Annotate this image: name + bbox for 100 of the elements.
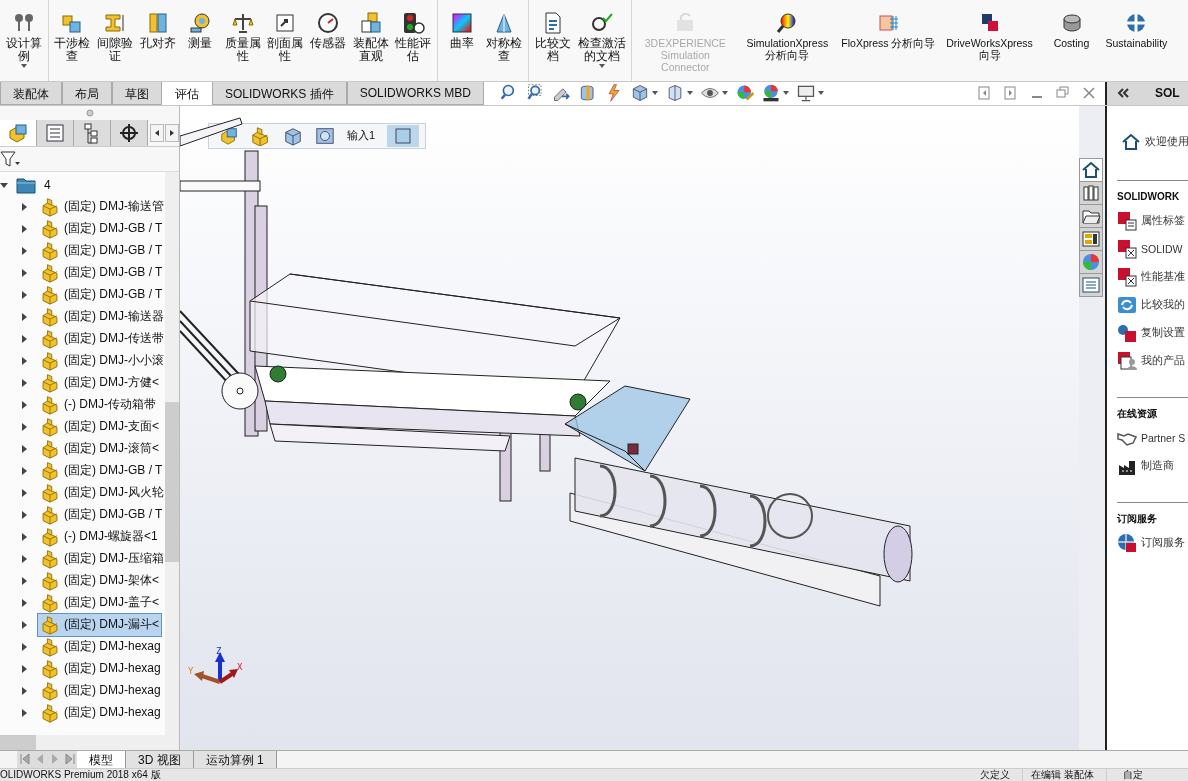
- expand-arrow-icon[interactable]: [20, 378, 28, 387]
- caret-icon[interactable]: [597, 63, 606, 69]
- task-pane-tab[interactable]: [1079, 203, 1103, 228]
- tree-node[interactable]: (固定) DMJ-GB / T: [37, 238, 165, 263]
- pane-link[interactable]: 我的产品: [1141, 353, 1185, 368]
- expand-arrow-icon[interactable]: [20, 708, 28, 717]
- ribbon-button[interactable]: Sustainability: [1104, 8, 1169, 52]
- ribbon-tab[interactable]: SOLIDWORKS 插件: [212, 81, 347, 105]
- tree-node[interactable]: (固定) DMJ-小小滚: [37, 348, 165, 373]
- monitor-icon[interactable]: [796, 83, 817, 104]
- task-pane-tab[interactable]: [1079, 180, 1103, 205]
- ribbon-button[interactable]: 传感器: [307, 8, 349, 53]
- tree-node[interactable]: (固定) DMJ-输送器: [37, 304, 165, 329]
- tree-node[interactable]: (固定) DMJ-架体<: [37, 568, 162, 593]
- ribbon-button[interactable]: 设计算例: [3, 8, 45, 72]
- tree-node[interactable]: (固定) DMJ-GB / T: [37, 458, 165, 483]
- tree-node[interactable]: (固定) DMJ-hexag: [37, 656, 164, 681]
- pane-right-icon[interactable]: [1003, 85, 1019, 102]
- bottom-tab[interactable]: 模型: [77, 751, 126, 769]
- tree-node[interactable]: (-) DMJ-螺旋器<1: [37, 524, 161, 549]
- expand-arrow-icon[interactable]: [20, 356, 28, 365]
- task-pane-tab[interactable]: [1079, 157, 1103, 182]
- caret-icon[interactable]: [817, 90, 826, 97]
- tree-node[interactable]: (固定) DMJ-滚筒<: [37, 436, 162, 461]
- ribbon-button[interactable]: 剖面属性: [264, 8, 307, 66]
- expand-arrow-icon[interactable]: [20, 246, 28, 255]
- ribbon-tab[interactable]: 草图: [112, 81, 162, 105]
- tree-node[interactable]: (固定) DMJ-风火轮: [37, 480, 165, 505]
- caret-icon[interactable]: [19, 63, 28, 69]
- tree-node[interactable]: (固定) DMJ-盖子<: [37, 590, 162, 615]
- expand-arrow-icon[interactable]: [20, 532, 28, 541]
- tree-node[interactable]: (固定) DMJ-hexag: [37, 700, 164, 725]
- tree-node[interactable]: (固定) DMJ-漏斗<: [37, 612, 162, 637]
- pane-link[interactable]: Partner S: [1141, 431, 1186, 444]
- ribbon-tab[interactable]: SOLIDWORKS MBD: [346, 81, 485, 105]
- caret-icon[interactable]: [782, 90, 791, 97]
- caret-icon[interactable]: [721, 90, 730, 97]
- horizontal-scrollbar[interactable]: [0, 735, 179, 751]
- caret-icon[interactable]: [686, 90, 695, 97]
- ribbon-button[interactable]: 质量属性: [221, 8, 264, 66]
- expand-arrow-icon[interactable]: [20, 466, 28, 475]
- expand-arrow-icon[interactable]: [20, 400, 28, 409]
- expand-arrow-icon[interactable]: [20, 334, 28, 343]
- tree-node[interactable]: (固定) DMJ-输送管: [37, 194, 165, 219]
- ribbon-button[interactable]: FloXpress 分析向导: [840, 8, 937, 52]
- graphics-area[interactable]: 输入1 Z Y X: [180, 105, 1079, 751]
- expand-arrow-icon[interactable]: [20, 444, 28, 453]
- caret-icon[interactable]: [651, 90, 660, 97]
- tree-node[interactable]: (固定) DMJ-压缩箱: [37, 546, 165, 571]
- expand-arrow-icon[interactable]: [20, 554, 28, 563]
- tree-node[interactable]: (固定) DMJ-GB / T: [37, 260, 165, 285]
- tree-node[interactable]: (固定) DMJ-GB / T: [37, 502, 165, 527]
- expand-arrow-icon[interactable]: [20, 598, 28, 607]
- tree-node[interactable]: (固定) DMJ-hexag: [37, 634, 164, 659]
- ribbon-button[interactable]: 干涉检查: [51, 8, 94, 66]
- pane-link[interactable]: 欢迎使用: [1145, 134, 1188, 149]
- scroll-left-icon[interactable]: [150, 123, 164, 142]
- bottom-tab[interactable]: 运动算例 1: [193, 751, 277, 769]
- ribbon-button[interactable]: 间隙验证: [94, 8, 136, 66]
- expand-arrow-icon[interactable]: [20, 488, 28, 497]
- pane-link[interactable]: 制造商: [1141, 458, 1174, 473]
- tree-node[interactable]: (固定) DMJ-GB / T: [37, 216, 165, 241]
- ribbon-button[interactable]: 装配体直观: [349, 8, 392, 66]
- ribbon-button[interactable]: Costing: [1042, 8, 1101, 52]
- expand-arrow-icon[interactable]: [20, 510, 28, 519]
- expand-arrow-icon[interactable]: [20, 422, 28, 431]
- vertical-scrollbar[interactable]: [165, 171, 179, 736]
- tree-node[interactable]: (固定) DMJ-传送带: [37, 326, 165, 351]
- filter-icon[interactable]: [0, 149, 20, 168]
- expand-arrow-icon[interactable]: [20, 642, 28, 651]
- ribbon-button[interactable]: 检查激活的文档: [574, 8, 629, 72]
- ribbon-button[interactable]: 曲率: [440, 8, 483, 53]
- ribbon-button[interactable]: 对称检查: [483, 8, 526, 66]
- ribbon-button[interactable]: 性能评估: [392, 8, 434, 66]
- pane-link[interactable]: SOLIDW: [1141, 242, 1183, 255]
- cylinder-face-icon[interactable]: [315, 125, 335, 146]
- expand-arrow-icon[interactable]: [20, 202, 28, 211]
- ribbon-button[interactable]: 孔对齐: [136, 8, 179, 53]
- ribbon-button[interactable]: 比较文档: [532, 8, 574, 66]
- expand-arrow-icon[interactable]: [20, 576, 28, 585]
- expand-arrow-icon[interactable]: [20, 664, 28, 673]
- expand-arrow-icon[interactable]: [20, 224, 28, 233]
- double-chevron-icon[interactable]: [1117, 88, 1129, 99]
- expand-arrow-icon[interactable]: [20, 290, 28, 299]
- pane-link[interactable]: 比较我的: [1141, 297, 1185, 312]
- ribbon-button[interactable]: DriveWorksXpress 向导: [940, 8, 1039, 64]
- pane-left-icon[interactable]: [977, 85, 993, 102]
- scroll-right-icon[interactable]: [165, 123, 179, 142]
- breadcrumb-item[interactable]: 输入1: [347, 128, 376, 144]
- tree-node[interactable]: (固定) DMJ-支面<: [37, 414, 162, 439]
- panel-tab[interactable]: [111, 119, 148, 146]
- ribbon-tab[interactable]: 装配体: [0, 81, 62, 105]
- tree-item-label[interactable]: 4: [44, 177, 51, 192]
- pane-link[interactable]: 性能基准: [1141, 269, 1185, 284]
- cube-icon[interactable]: [283, 125, 303, 146]
- pane-link[interactable]: 属性标签: [1141, 213, 1185, 228]
- part-icon[interactable]: [251, 125, 271, 146]
- tree-node[interactable]: (固定) DMJ-方健<: [37, 370, 162, 395]
- tree-node[interactable]: (固定) DMJ-GB / T: [37, 282, 165, 307]
- expand-arrow-icon[interactable]: [20, 686, 28, 695]
